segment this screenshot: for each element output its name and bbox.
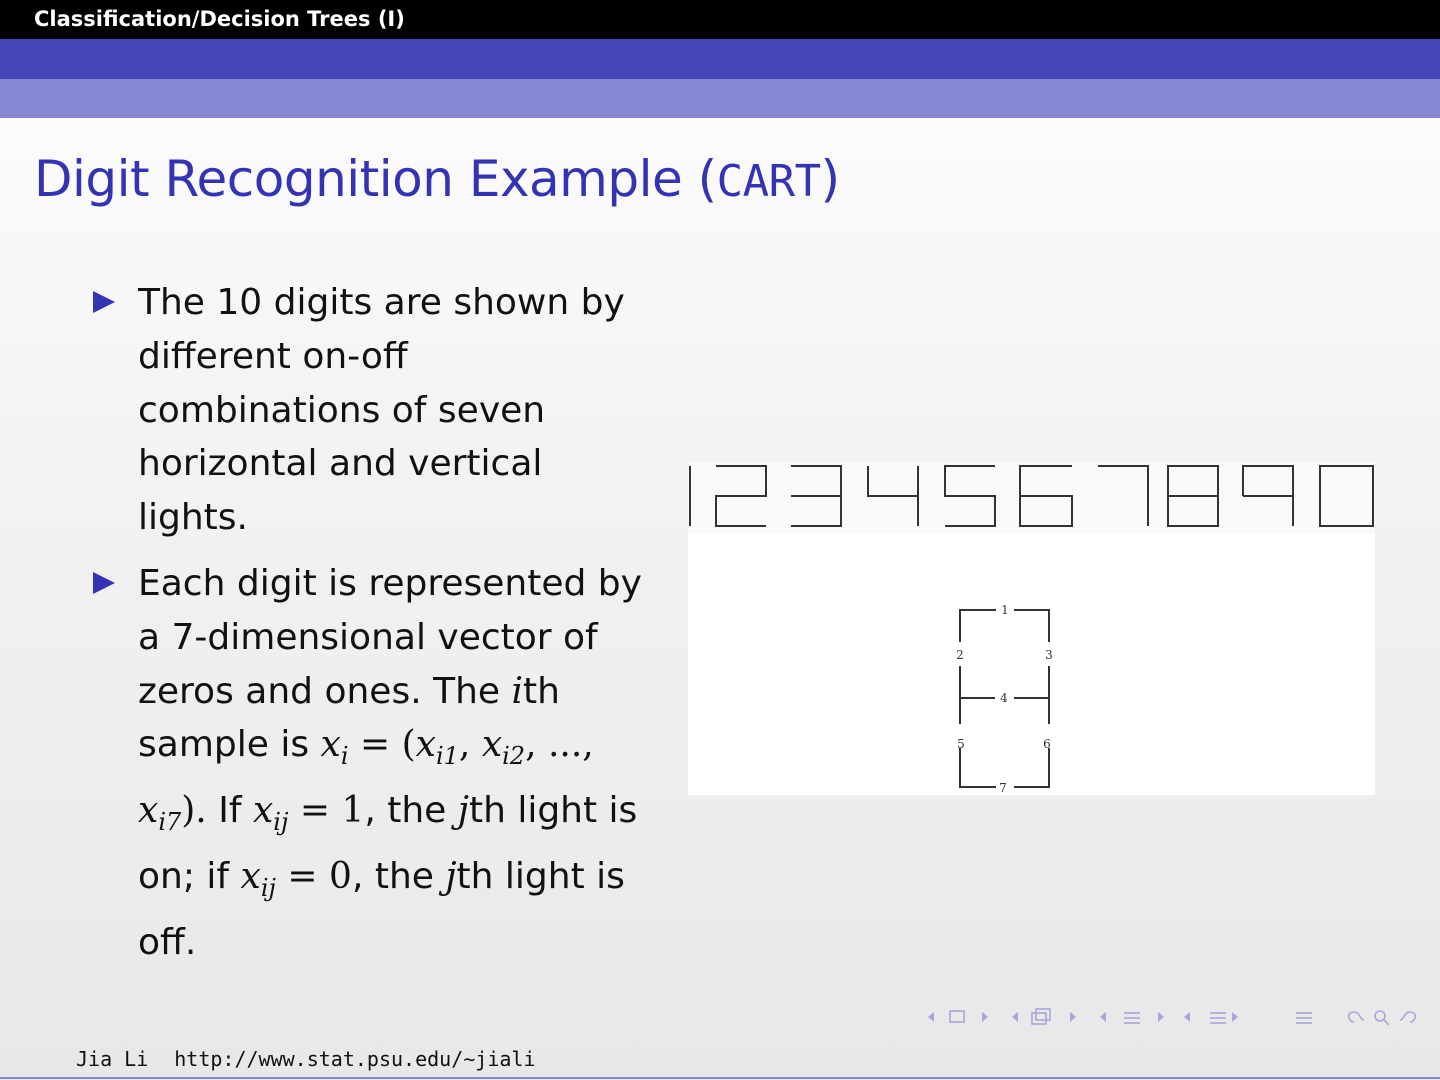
nav-next-subsection-icon[interactable] — [1232, 1012, 1238, 1022]
seven-segment-figure: 1 2 3 4 5 6 7 — [688, 462, 1375, 795]
nav-search-icon[interactable] — [1374, 1010, 1390, 1026]
math-sub: ij — [260, 874, 276, 903]
nav-next-slide-icon[interactable] — [982, 1012, 988, 1022]
nav-prev-section-icon[interactable] — [1100, 1012, 1106, 1022]
segment-label-7: 7 — [999, 781, 1007, 795]
math-eq-zero: = 0 — [275, 856, 352, 898]
math-sub: ij — [273, 808, 289, 837]
nav-subsection-list-icon[interactable] — [1210, 1012, 1226, 1024]
frame-title-cart: CART — [716, 156, 821, 207]
segment-label-4: 4 — [1000, 691, 1008, 705]
math-x: x — [240, 856, 261, 898]
segment-label-3: 3 — [1045, 648, 1053, 662]
bullet-2-off-a: , the — [351, 856, 446, 898]
bullet-item-1: The 10 digits are shown by different on-… — [90, 276, 650, 545]
bullet-1-text: The 10 digits are shown by different on-… — [138, 282, 625, 539]
math-i: i — [511, 670, 523, 712]
math-eq-one: = 1 — [288, 790, 365, 832]
frame-title-close: ) — [820, 150, 841, 208]
math-sub: i2 — [502, 742, 526, 771]
nav-toc-icon[interactable] — [1296, 1012, 1312, 1024]
segment-label-5: 5 — [957, 737, 965, 751]
math-x: x — [320, 724, 341, 766]
footer-author: Jia Li — [76, 1047, 149, 1071]
slide-footer: Jia Li http://www.stat.psu.edu/∼jiali — [76, 1047, 535, 1071]
bullet-triangle-icon — [93, 571, 115, 594]
bullet-2-text: Each digit is represented by a 7-dimensi… — [138, 562, 642, 712]
section-header-bar: Classification/Decision Trees (I) — [0, 0, 1440, 39]
math-xij-1: xij = 1 — [252, 790, 365, 836]
segment-label-2: 2 — [956, 648, 964, 662]
bullet-2-on-a: , the — [364, 790, 458, 832]
footer-url: http://www.stat.psu.edu/∼jiali — [174, 1047, 536, 1071]
math-sub: i1 — [435, 742, 459, 771]
math-x: x — [481, 724, 503, 766]
nav-frame-icon[interactable] — [949, 1010, 965, 1023]
footer-rule — [0, 1077, 1440, 1079]
bullet-2-if: If — [206, 790, 242, 832]
math-xij-2: xij = 0 — [240, 856, 352, 902]
header-band-dark — [0, 39, 1440, 79]
nav-subsection-icon[interactable] — [1031, 1008, 1051, 1025]
math-comma: , — [458, 724, 482, 766]
nav-prev-frame-icon[interactable] — [1012, 1012, 1018, 1022]
nav-prev-subsection-icon[interactable] — [1184, 1012, 1190, 1022]
segment-label-6: 6 — [1043, 737, 1051, 751]
math-x: x — [138, 790, 159, 832]
math-dots: , ..., — [525, 724, 594, 766]
nav-prev-slide-icon[interactable] — [928, 1012, 934, 1022]
seven-segment-digits-image: 1 2 3 4 5 6 7 — [688, 462, 1375, 795]
frame-title: Digit Recognition Example (CART) — [34, 150, 840, 208]
bullet-triangle-icon — [93, 291, 115, 313]
nav-section-icon[interactable] — [1124, 1012, 1140, 1024]
math-close: ). — [181, 790, 207, 832]
segment-label-1: 1 — [1001, 603, 1009, 617]
nav-back-icon[interactable] — [1347, 1011, 1365, 1023]
bullet-item-2: Each digit is represented by a 7-dimensi… — [90, 557, 650, 970]
header-band-light — [0, 79, 1440, 118]
math-j: j — [457, 790, 469, 832]
math-x: x — [252, 790, 274, 832]
bullet-list: The 10 digits are shown by different on-… — [90, 276, 650, 970]
math-j: j — [445, 856, 457, 898]
nav-forward-icon[interactable] — [1399, 1011, 1417, 1023]
section-title: Classification/Decision Trees (I) — [34, 7, 405, 31]
frame-title-text: Digit Recognition Example ( — [34, 150, 717, 208]
math-x: x — [415, 724, 436, 766]
beamer-navigation-bar — [928, 1008, 1417, 1026]
math-sub: i7 — [158, 808, 182, 837]
math-sub: i — [340, 742, 349, 771]
nav-next-section-icon[interactable] — [1158, 1012, 1164, 1022]
math-eq: = ( — [348, 724, 416, 766]
nav-next-frame-icon[interactable] — [1070, 1012, 1076, 1022]
